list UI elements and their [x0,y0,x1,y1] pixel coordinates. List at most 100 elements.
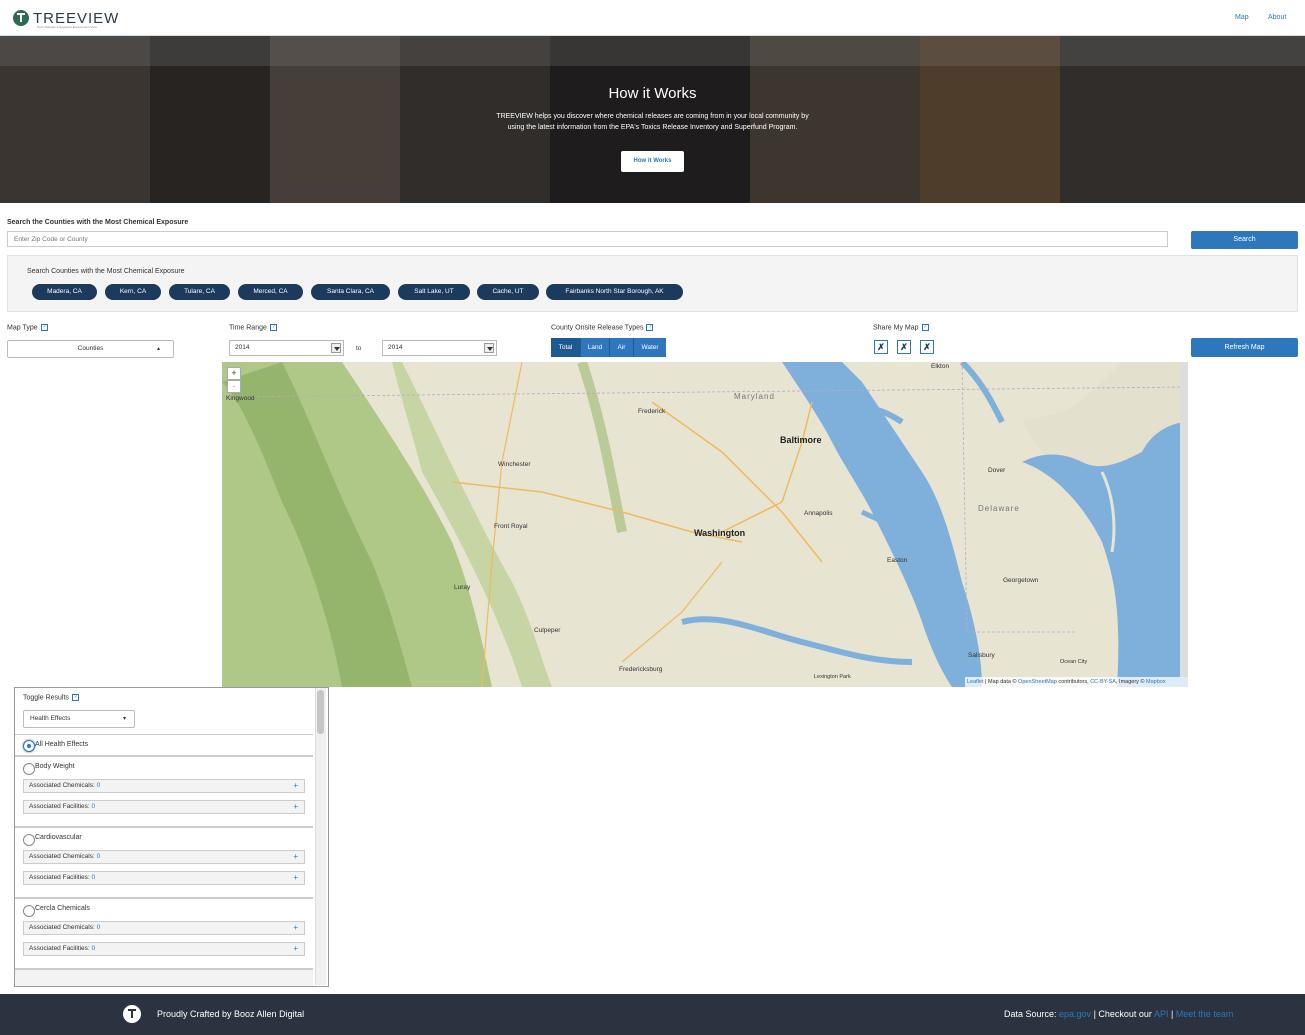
time-to-value: 2014 [388,344,403,351]
map-label-georgetown: Georgetown [1003,577,1039,584]
help-icon[interactable]: ? [269,324,277,331]
county-chip[interactable]: Cache, UT [477,284,539,300]
nav-map-link[interactable]: Map [1235,14,1249,21]
map-label-ocean-city: Ocean City [1060,659,1088,665]
release-type-water[interactable]: Water [634,338,666,357]
expand-icon: + [293,781,298,790]
hero-title: How it Works [608,85,697,102]
map-label-salisbury: Salisbury [968,652,995,659]
caret-down-icon: ▾ [122,716,126,722]
county-chip[interactable]: Fairbanks North Star Borough, AK [546,284,683,300]
share-email-icon[interactable]: ✗ [920,340,934,354]
county-chip[interactable]: Madera, CA [32,284,97,300]
map-tiles [222,362,1188,687]
map-label-front-royal: Front Royal [494,523,528,530]
dropdown-arrow-icon [331,343,341,353]
api-link[interactable]: API [1154,1009,1169,1019]
effect-name: Cercla Chemicals [35,905,90,912]
footer-tree-logo-icon [123,1005,141,1023]
county-chip[interactable]: Salt Lake, UT [398,284,470,300]
time-to-select[interactable]: 2014 [382,340,497,356]
help-icon[interactable]: ? [71,694,79,701]
map-label-culpeper: Culpeper [534,627,561,634]
how-it-works-button[interactable]: How it Works [621,151,684,172]
all-effects-label: All Health Effects [35,741,89,748]
map-label-annapolis: Annapolis [804,510,833,517]
county-chip[interactable]: Merced, CA [238,284,303,300]
expand-icon: + [293,852,298,861]
logo-subtitle: Toxic Release & Exposure Environment Vie… [37,25,97,29]
health-effect-row: Body Weight Associated Chemicals: 0 + Ass… [15,756,313,827]
map-label-luray: Luray [454,584,471,591]
map-scrollbar[interactable] [1180,362,1188,677]
health-effect-row: Cercla Chemicals Associated Chemicals: 0… [15,898,313,969]
county-chip[interactable]: Tulare, CA [169,284,230,300]
leaflet-link[interactable]: Leaflet [967,679,984,685]
expand-icon: + [293,802,298,811]
map-label-delaware: Delaware [978,504,1020,513]
zoom-out-button[interactable]: - [227,380,241,393]
time-from-select[interactable]: 2014 [229,340,344,356]
zoom-in-button[interactable]: + [227,367,241,380]
release-type-air[interactable]: Air [610,338,634,357]
county-chip[interactable]: Santa Clara, CA [311,284,390,300]
help-icon[interactable]: ? [921,324,929,331]
map-label-kingwood: Kingwood [226,395,255,402]
map-type-label: Map Type? [7,324,48,331]
map-label-winchester: Winchester [498,461,531,468]
associated-chemicals-row[interactable]: Associated Chemicals: 0 + [23,850,305,864]
search-label: Search the Counties with the Most Chemic… [7,219,189,226]
share-twitter-icon[interactable]: ✗ [874,340,888,354]
all-effects-radio[interactable] [23,740,35,752]
epa-link[interactable]: epa.gov [1059,1009,1091,1019]
search-input[interactable] [7,231,1168,247]
search-button[interactable]: Search [1191,231,1298,249]
expand-icon: + [293,944,298,953]
footer-credit: Proudly Crafted by Booz Allen Digital [157,1009,305,1019]
meet-team-link[interactable]: Meet the team [1176,1009,1234,1019]
associated-chemicals-row[interactable]: Associated Chemicals: 0 + [23,779,305,793]
time-range-label: Time Range? [229,324,277,331]
effect-name: Cardiovascular [35,834,82,841]
effect-radio[interactable] [23,834,35,846]
refresh-map-button[interactable]: Refresh Map [1191,338,1298,357]
expand-icon: + [293,873,298,882]
map-view[interactable]: + - Kingwood Elkton Maryland Delaware Ba… [222,362,1188,687]
map-label-frederick: Frederick [638,408,666,415]
nav-about-link[interactable]: About [1268,14,1286,21]
share-facebook-icon[interactable]: ✗ [897,340,911,354]
results-list-end [15,969,313,986]
map-type-select[interactable]: Counties ▴ [7,340,174,358]
health-effect-row: Cardiovascular Associated Chemicals: 0 + … [15,827,313,898]
effect-name: Body Weight [35,763,75,770]
results-filter-value: Health Effects [30,715,71,722]
osm-link[interactable]: OpenStreetMap [1018,679,1057,685]
top-counties-title: Search Counties with the Most Chemical E… [27,268,185,275]
county-chip[interactable]: Kern, CA [105,284,161,300]
mapbox-link[interactable]: Mapbox [1146,679,1166,685]
map-label-easton: Easton [887,557,908,564]
associated-facilities-row[interactable]: Associated Facilities: 0 + [23,871,305,885]
tree-logo-icon[interactable] [13,10,29,26]
caret-up-icon: ▴ [156,346,160,352]
results-filter-select[interactable]: Health Effects ▾ [23,710,135,728]
results-scroll-thumb[interactable] [317,690,324,734]
license-link[interactable]: CC-BY-SA [1090,679,1116,685]
hero-description: TREEVIEW helps you discover where chemic… [496,113,809,131]
associated-chemicals-row[interactable]: Associated Chemicals: 0 + [23,921,305,935]
help-icon[interactable]: ? [646,324,654,331]
associated-facilities-row[interactable]: Associated Facilities: 0 + [23,800,305,814]
time-from-value: 2014 [235,344,250,351]
all-health-effects-row[interactable]: All Health Effects [15,734,313,756]
map-label-elkton: Elkton [931,363,950,370]
share-map-label: Share My Map? [873,324,929,331]
map-label-dover: Dover [988,467,1006,474]
help-icon[interactable]: ? [40,324,48,331]
associated-facilities-row[interactable]: Associated Facilities: 0 + [23,942,305,956]
effect-radio[interactable] [23,763,35,775]
dropdown-arrow-icon [484,343,494,353]
release-type-land[interactable]: Land [581,338,610,357]
expand-icon: + [293,923,298,932]
effect-radio[interactable] [23,905,35,917]
release-type-total[interactable]: Total [551,338,581,357]
